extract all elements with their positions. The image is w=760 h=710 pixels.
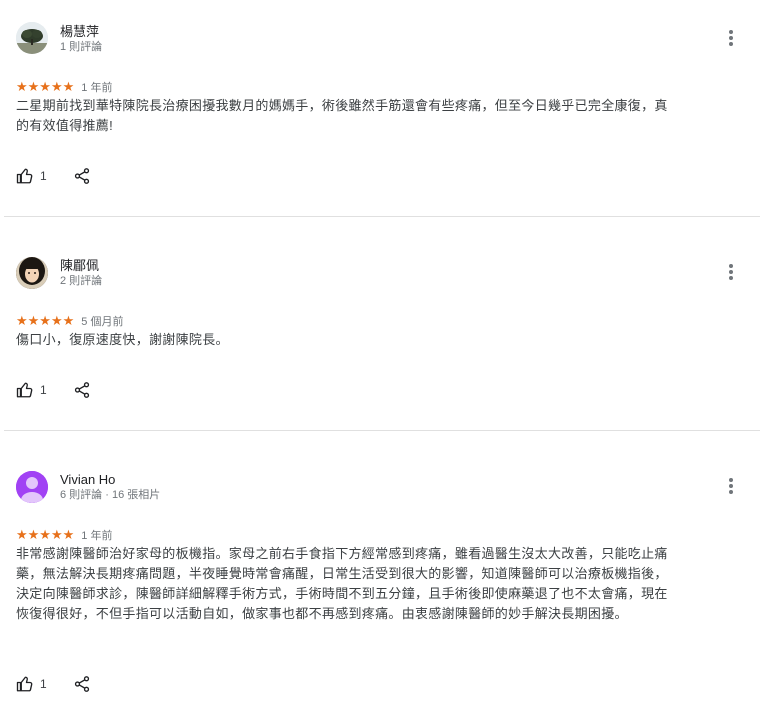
like-count: 1 <box>40 383 47 397</box>
more-options-button[interactable] <box>722 477 740 495</box>
share-button[interactable] <box>73 675 91 693</box>
review-text: 非常感謝陳醫師治好家母的板機指。家母之前右手食指下方經常感到疼痛，雖看過醫生沒太… <box>16 546 668 621</box>
avatar[interactable] <box>16 22 48 54</box>
thumb-up-icon <box>16 168 33 184</box>
rating-row: ★★★★★ 1 年前 <box>16 79 113 95</box>
star-rating: ★★★★★ <box>16 79 75 95</box>
star-rating: ★★★★★ <box>16 527 75 543</box>
reviewer-name[interactable]: Vivian Ho <box>60 472 115 488</box>
more-options-button[interactable] <box>722 29 740 47</box>
review-date: 1 年前 <box>81 82 113 94</box>
like-button[interactable]: 1 <box>16 675 47 693</box>
avatar[interactable] <box>16 257 48 289</box>
share-button[interactable] <box>73 167 91 185</box>
more-vert-icon <box>729 478 733 482</box>
review-text: 傷口小，復原速度快，謝謝陳院長。 <box>16 332 229 347</box>
reviewer-name[interactable]: 楊慧萍 <box>60 24 99 40</box>
more-options-button[interactable] <box>722 263 740 281</box>
review-card: 楊慧萍 1 則評論 ★★★★★ 1 年前 二星期前找到華特陳院長治療困擾我數月的… <box>0 0 760 216</box>
share-button[interactable] <box>73 381 91 399</box>
more-vert-icon <box>729 30 733 34</box>
share-icon <box>74 382 90 398</box>
review-date: 1 年前 <box>81 530 113 542</box>
reviewer-meta: 2 則評論 <box>60 275 103 287</box>
avatar-person-photo <box>16 257 48 289</box>
rating-row: ★★★★★ 5 個月前 <box>16 313 124 329</box>
reviewer-name[interactable]: 陳郿佩 <box>60 258 99 274</box>
default-user-icon <box>16 471 48 503</box>
review-text: 二星期前找到華特陳院長治療困擾我數月的媽媽手，術後雖然手筋還會有些疼痛，但至今日… <box>16 98 668 133</box>
avatar-tree-photo <box>16 22 48 54</box>
more-vert-icon <box>729 264 733 268</box>
review-card: 陳郿佩 2 則評論 ★★★★★ 5 個月前 傷口小，復原速度快，謝謝陳院長。 1 <box>0 217 760 430</box>
avatar[interactable] <box>16 471 48 503</box>
review-card: Vivian Ho 6 則評論 · 16 張相片 ★★★★★ 1 年前 非常感謝… <box>0 431 760 710</box>
star-rating: ★★★★★ <box>16 313 75 329</box>
like-button[interactable]: 1 <box>16 381 47 399</box>
share-icon <box>74 676 90 692</box>
thumb-up-icon <box>16 676 33 692</box>
reviewer-meta: 6 則評論 · 16 張相片 <box>60 489 161 501</box>
share-icon <box>74 168 90 184</box>
rating-row: ★★★★★ 1 年前 <box>16 527 113 543</box>
reviewer-meta: 1 則評論 <box>60 41 103 53</box>
like-button[interactable]: 1 <box>16 167 47 185</box>
like-count: 1 <box>40 677 47 691</box>
thumb-up-icon <box>16 382 33 398</box>
review-date: 5 個月前 <box>81 316 124 328</box>
like-count: 1 <box>40 169 47 183</box>
